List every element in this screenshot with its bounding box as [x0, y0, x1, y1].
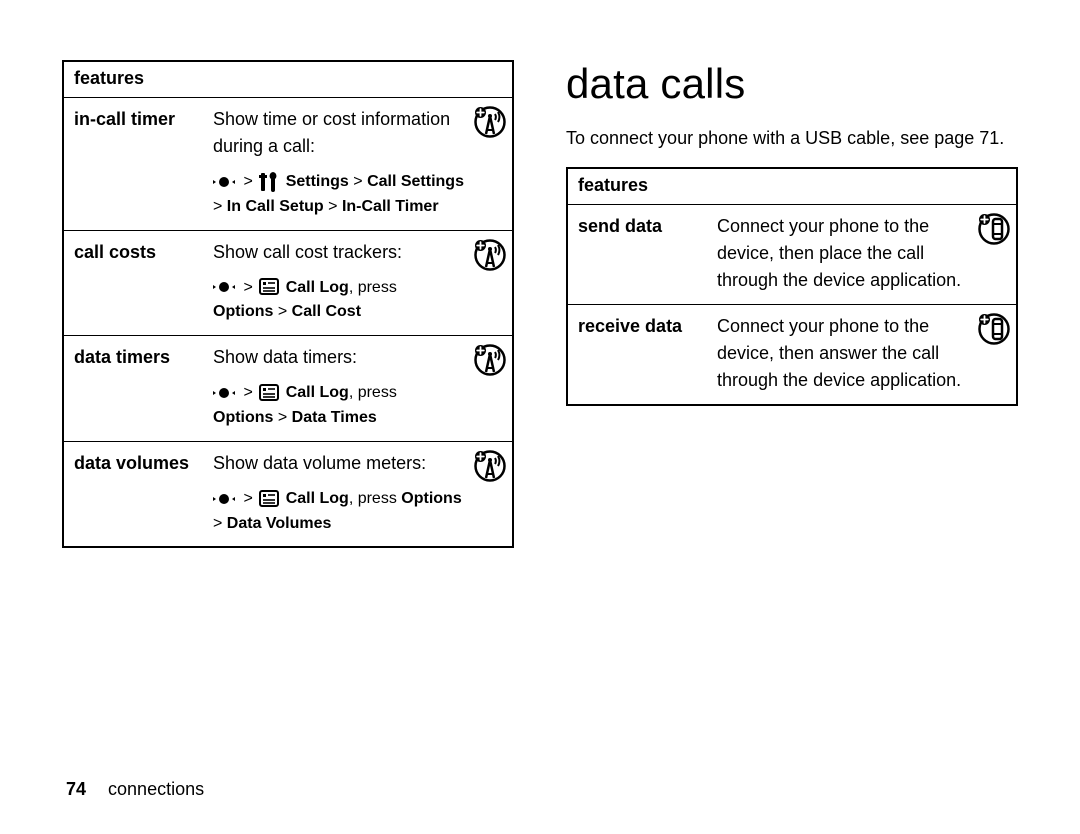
- data-plus-icon: [978, 213, 1010, 245]
- call-log-icon: [259, 489, 279, 509]
- page-number: 74: [66, 779, 86, 799]
- navkey-icon: [213, 171, 235, 193]
- left-table-header: features: [63, 61, 513, 98]
- page-heading: data calls: [566, 60, 1018, 108]
- navkey-icon: [213, 488, 235, 510]
- navkey-icon: [213, 276, 235, 298]
- antenna-plus-icon: [474, 450, 506, 482]
- right-table-header: features: [567, 168, 1017, 205]
- feature-desc: Connect your phone to the device, then a…: [717, 313, 968, 394]
- feature-name: receive data: [567, 305, 707, 406]
- menu-path: > Call Log, press Options > Data Times: [213, 381, 464, 431]
- feature-desc: Show time or cost information during a c…: [213, 106, 464, 160]
- call-log-icon: [259, 383, 279, 403]
- table-row: in-call timer Show time or cost informat…: [63, 98, 513, 231]
- feature-name: data timers: [63, 336, 203, 442]
- tools-icon: [259, 172, 279, 192]
- table-row: receive data Connect your phone to the d…: [567, 305, 1017, 406]
- feature-desc: Show data volume meters:: [213, 450, 464, 477]
- antenna-plus-icon: [474, 344, 506, 376]
- right-features-table: features send data Connect your phone to…: [566, 167, 1018, 406]
- feature-name: data volumes: [63, 441, 203, 547]
- menu-path: > Call Log, press Options > Call Cost: [213, 276, 464, 326]
- feature-name: call costs: [63, 230, 203, 336]
- data-plus-icon: [978, 313, 1010, 345]
- page-footer: 74 connections: [66, 779, 204, 800]
- feature-name: in-call timer: [63, 98, 203, 231]
- table-row: call costs Show call cost trackers: > Ca…: [63, 230, 513, 336]
- table-row: data timers Show data timers: > Call Log…: [63, 336, 513, 442]
- feature-desc: Connect your phone to the device, then p…: [717, 213, 968, 294]
- feature-name: send data: [567, 205, 707, 305]
- feature-desc: Show call cost trackers:: [213, 239, 464, 266]
- intro-text: To connect your phone with a USB cable, …: [566, 126, 1018, 151]
- feature-desc: Show data timers:: [213, 344, 464, 371]
- left-features-table: features in-call timer Show time or cost…: [62, 60, 514, 548]
- menu-path: > Call Log, press Options > Data Volumes: [213, 487, 464, 537]
- section-name: connections: [108, 779, 204, 799]
- table-row: data volumes Show data volume meters: > …: [63, 441, 513, 547]
- antenna-plus-icon: [474, 106, 506, 138]
- table-row: send data Connect your phone to the devi…: [567, 205, 1017, 305]
- call-log-icon: [259, 277, 279, 297]
- navkey-icon: [213, 382, 235, 404]
- antenna-plus-icon: [474, 239, 506, 271]
- menu-path: > Settings > Call Settings > In Call Set…: [213, 170, 464, 220]
